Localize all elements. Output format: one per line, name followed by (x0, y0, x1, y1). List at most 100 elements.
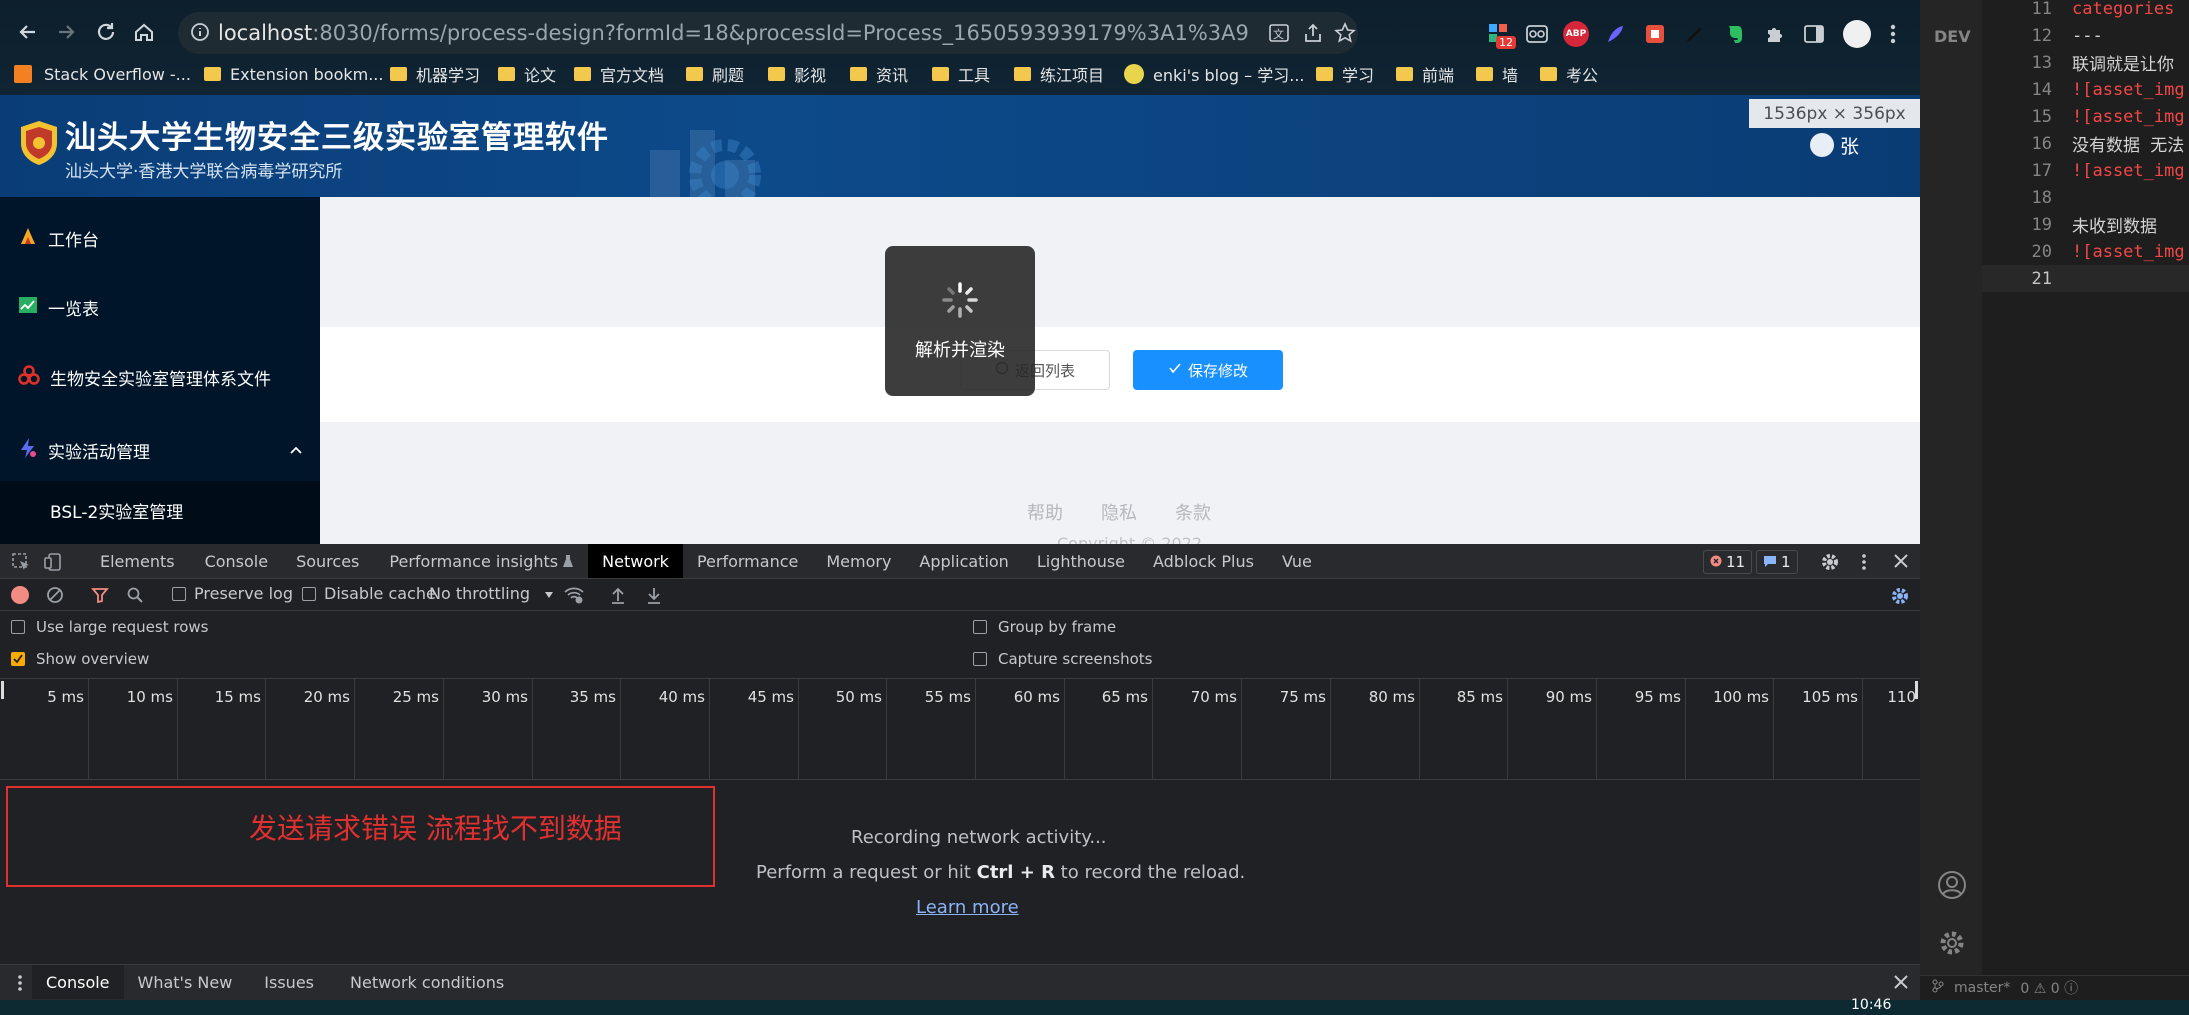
tab-lighthouse[interactable]: Lighthouse (1023, 544, 1139, 578)
bookmark-item[interactable]: enki's blog – 学习... (1124, 59, 1316, 89)
drawer-tab-console[interactable]: Console (32, 965, 124, 999)
translate-icon[interactable]: 文 (1268, 22, 1290, 48)
learn-more-link[interactable]: Learn more (916, 897, 1019, 918)
drawer-tab-network-conditions[interactable]: Network conditions (332, 965, 522, 999)
site-info-icon[interactable] (190, 22, 210, 46)
network-overview-timeline[interactable]: 5 ms 10 ms 15 ms 20 ms 25 ms 30 ms 35 ms 40 ms 4… (0, 679, 1952, 779)
bookmark-folder[interactable]: 刷题 (686, 59, 768, 89)
checkbox-box[interactable] (973, 652, 987, 666)
bookmark-folder[interactable]: 前端 (1396, 59, 1476, 89)
large-rows-checkbox[interactable]: Use large request rows (11, 618, 208, 636)
drawer-menu-icon[interactable] (17, 974, 23, 996)
sidebar-item-biosafety-docs[interactable]: 生物安全实验室管理体系文件 (18, 352, 271, 402)
evernote-icon[interactable] (1723, 22, 1747, 50)
settings-gear-icon[interactable] (1820, 552, 1840, 576)
sidebar-item-overview[interactable]: 一览表 (18, 282, 99, 332)
checkbox-box[interactable] (973, 620, 987, 634)
extension-red-icon[interactable] (1643, 22, 1667, 50)
capture-screenshots-checkbox[interactable]: Capture screenshots (973, 650, 1152, 668)
sidebar-item-experiment-mgmt[interactable]: 实验活动管理 (18, 425, 303, 475)
bookmark-folder[interactable]: 考公 (1540, 59, 1610, 89)
chrome-menu-icon[interactable] (1888, 22, 1898, 50)
tab-performance-insights[interactable]: Performance insights (373, 544, 562, 578)
network-conditions-icon[interactable] (563, 585, 585, 609)
sidebar-subitem-bsl2[interactable]: BSL-2实验室管理 (50, 485, 183, 535)
main-content: 返回列表 保存修改 解析并渲染 帮助 隐私 条款 Copyright © 202… (320, 197, 1920, 553)
bookmark-folder[interactable]: 工具 (932, 59, 1014, 89)
throttling-select[interactable]: No throttling (429, 584, 554, 603)
close-drawer-icon[interactable] (1893, 974, 1909, 994)
bookmark-star-icon[interactable] (1334, 22, 1356, 48)
tab-console[interactable]: Console (191, 544, 283, 578)
timeline-handle-left[interactable] (1, 681, 4, 699)
reader-icon[interactable] (1525, 22, 1549, 50)
tab-elements[interactable]: Elements (84, 544, 191, 578)
drawer-tab-whats-new[interactable]: What's New (124, 965, 247, 999)
inspect-element-icon[interactable] (11, 552, 31, 576)
tab-performance[interactable]: Performance (683, 544, 812, 578)
close-devtools-icon[interactable] (1893, 553, 1909, 573)
home-icon[interactable] (126, 14, 162, 50)
bookmark-folder[interactable]: Extension bookm... (204, 59, 390, 89)
drawer-tab-issues[interactable]: Issues (246, 965, 332, 999)
record-button[interactable] (11, 586, 29, 604)
export-har-icon[interactable] (646, 586, 662, 608)
import-har-icon[interactable] (610, 586, 626, 608)
reload-icon[interactable] (88, 14, 124, 50)
puzzle-extensions-icon[interactable] (1763, 22, 1787, 50)
footer-link-help[interactable]: 帮助 (1027, 499, 1063, 525)
bookmark-folder[interactable]: 官方文档 (574, 59, 686, 89)
timeline-handle-right[interactable] (1915, 681, 1918, 699)
address-bar[interactable]: localhost:8030/forms/process-design?form… (178, 12, 1358, 54)
checkbox-box[interactable] (302, 586, 316, 601)
adblock-icon[interactable]: ABP (1563, 21, 1589, 47)
disable-cache-checkbox[interactable]: Disable cache (302, 584, 436, 603)
user-name[interactable]: 张 (1840, 132, 1859, 159)
bookmark-folder[interactable]: 论文 (498, 59, 574, 89)
problems-status[interactable]: 0 ⚠ 0 ⓘ (2020, 978, 2078, 998)
filter-icon[interactable] (91, 586, 109, 608)
sidebar-item-workbench[interactable]: 工作台 (18, 213, 99, 263)
message-counter[interactable]: 1 (1756, 550, 1798, 574)
checkbox-checked[interactable] (11, 652, 25, 666)
clear-icon[interactable] (46, 586, 64, 608)
bookmark-item[interactable]: Stack Overflow -... (14, 59, 204, 89)
bookmark-folder[interactable]: 资讯 (850, 59, 932, 89)
tab-adblock-plus[interactable]: Adblock Plus (1139, 544, 1268, 578)
git-branch[interactable]: master* (1954, 980, 2010, 996)
network-settings-icon[interactable] (1890, 586, 1910, 610)
extension-pen-icon[interactable] (1683, 22, 1707, 50)
preserve-log-checkbox[interactable]: Preserve log (172, 584, 293, 603)
tab-network[interactable]: Network (588, 544, 683, 578)
tab-application[interactable]: Application (905, 544, 1022, 578)
code-editor[interactable]: 11 categories 12 --- 13 联调就是让你 14 ![asset_im… (1982, 0, 2189, 292)
side-panel-icon[interactable] (1802, 22, 1826, 50)
extension-feather-icon[interactable] (1603, 22, 1627, 50)
error-counter[interactable]: 11 (1703, 550, 1753, 574)
tab-memory[interactable]: Memory (812, 544, 905, 578)
bookmark-folder[interactable]: 练江项目 (1014, 59, 1124, 89)
checkbox-box[interactable] (172, 586, 186, 601)
checkbox-box[interactable] (11, 620, 25, 634)
manage-gear-icon[interactable] (1937, 928, 1967, 962)
forward-icon[interactable] (48, 14, 84, 50)
tab-vue[interactable]: Vue (1268, 544, 1326, 578)
group-by-frame-checkbox[interactable]: Group by frame (973, 618, 1116, 636)
show-overview-checkbox[interactable]: Show overview (11, 650, 149, 668)
profile-avatar[interactable] (1843, 20, 1871, 48)
account-icon[interactable] (1937, 870, 1967, 904)
bookmark-folder[interactable]: 学习 (1316, 59, 1396, 89)
footer-link-terms[interactable]: 条款 (1175, 499, 1211, 525)
bookmark-folder[interactable]: 影视 (768, 59, 850, 89)
back-icon[interactable] (10, 14, 46, 50)
device-toolbar-icon[interactable] (44, 552, 64, 576)
save-changes-button[interactable]: 保存修改 (1133, 350, 1283, 390)
user-avatar[interactable] (1810, 133, 1834, 157)
tab-sources[interactable]: Sources (282, 544, 373, 578)
footer-link-privacy[interactable]: 隐私 (1101, 499, 1137, 525)
more-options-icon[interactable] (1861, 552, 1867, 576)
share-icon[interactable] (1302, 22, 1324, 48)
bookmark-folder[interactable]: 机器学习 (390, 59, 498, 89)
bookmark-folder[interactable]: 墙 (1476, 59, 1540, 89)
search-icon[interactable] (126, 586, 144, 608)
